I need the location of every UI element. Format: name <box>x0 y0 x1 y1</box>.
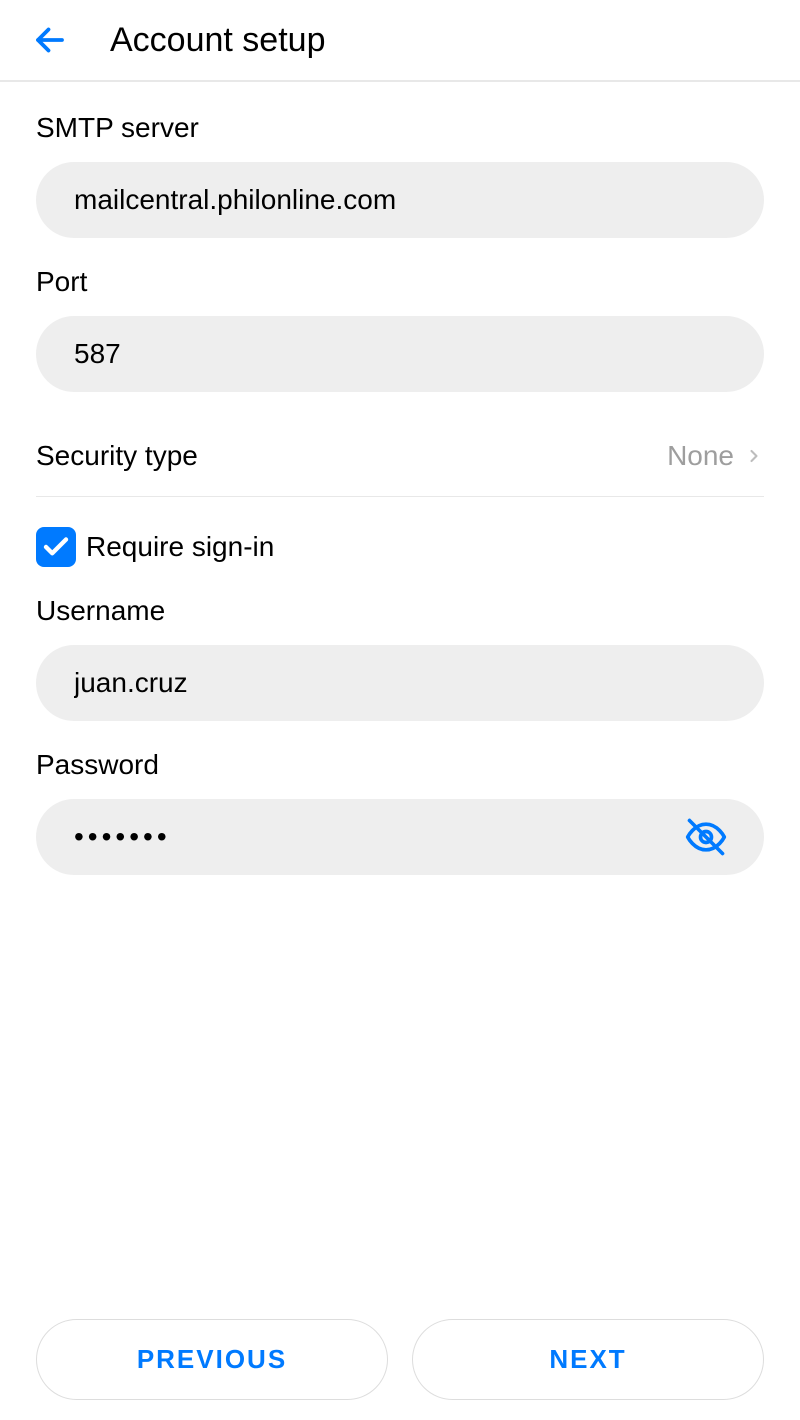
previous-button[interactable]: PREVIOUS <box>36 1319 388 1400</box>
require-signin-row[interactable]: Require sign-in <box>36 527 764 567</box>
username-input[interactable] <box>36 645 764 721</box>
security-type-label: Security type <box>36 440 198 472</box>
next-button[interactable]: NEXT <box>412 1319 764 1400</box>
chevron-right-icon <box>744 446 764 466</box>
port-group: Port <box>36 266 764 392</box>
arrow-left-icon <box>32 22 68 58</box>
back-button[interactable] <box>30 20 70 60</box>
password-wrapper <box>36 799 764 875</box>
security-type-row[interactable]: Security type None <box>36 420 764 497</box>
smtp-server-label: SMTP server <box>36 112 764 144</box>
header: Account setup <box>0 0 800 82</box>
require-signin-checkbox[interactable] <box>36 527 76 567</box>
password-label: Password <box>36 749 764 781</box>
page-title: Account setup <box>110 21 325 60</box>
require-signin-label: Require sign-in <box>86 531 274 563</box>
smtp-server-group: SMTP server <box>36 112 764 238</box>
toggle-password-visibility[interactable] <box>684 815 728 859</box>
security-type-value-wrap: None <box>667 440 764 472</box>
username-label: Username <box>36 595 764 627</box>
smtp-server-input[interactable] <box>36 162 764 238</box>
password-input[interactable] <box>36 799 764 875</box>
eye-off-icon <box>684 815 728 859</box>
password-group: Password <box>36 749 764 875</box>
port-label: Port <box>36 266 764 298</box>
check-icon <box>41 532 71 562</box>
port-input[interactable] <box>36 316 764 392</box>
content: SMTP server Port Security type None Requ… <box>0 82 800 875</box>
security-type-value: None <box>667 440 734 472</box>
footer: PREVIOUS NEXT <box>0 1319 800 1400</box>
username-group: Username <box>36 595 764 721</box>
